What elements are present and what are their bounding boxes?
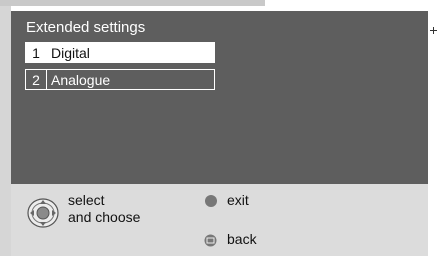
menu-item-analogue[interactable]: 2 Analogue — [25, 69, 215, 90]
menu-item-label: Analogue — [47, 69, 215, 90]
navigation-dpad-icon — [27, 198, 59, 228]
osd-window: Extended settings 1 Digital 2 Analogue s… — [11, 11, 428, 256]
back-button-icon — [204, 234, 217, 247]
select-hint: select — [68, 192, 105, 208]
menu-item-digital[interactable]: 1 Digital — [25, 42, 215, 63]
menu-panel: Extended settings 1 Digital 2 Analogue — [11, 11, 428, 184]
hint-bar: select and choose exit back — [11, 184, 428, 256]
exit-hint: exit — [227, 192, 249, 208]
top-strip — [0, 0, 265, 6]
info-button-icon — [205, 195, 217, 207]
menu-title: Extended settings — [26, 19, 146, 36]
left-border — [0, 6, 11, 256]
menu-item-label: Digital — [47, 42, 215, 63]
back-hint: back — [227, 231, 257, 247]
menu-item-number: 1 — [25, 42, 47, 63]
menu-item-number: 2 — [25, 69, 47, 90]
choose-hint: and choose — [68, 209, 141, 225]
edge-mark-vertical — [433, 27, 434, 34]
